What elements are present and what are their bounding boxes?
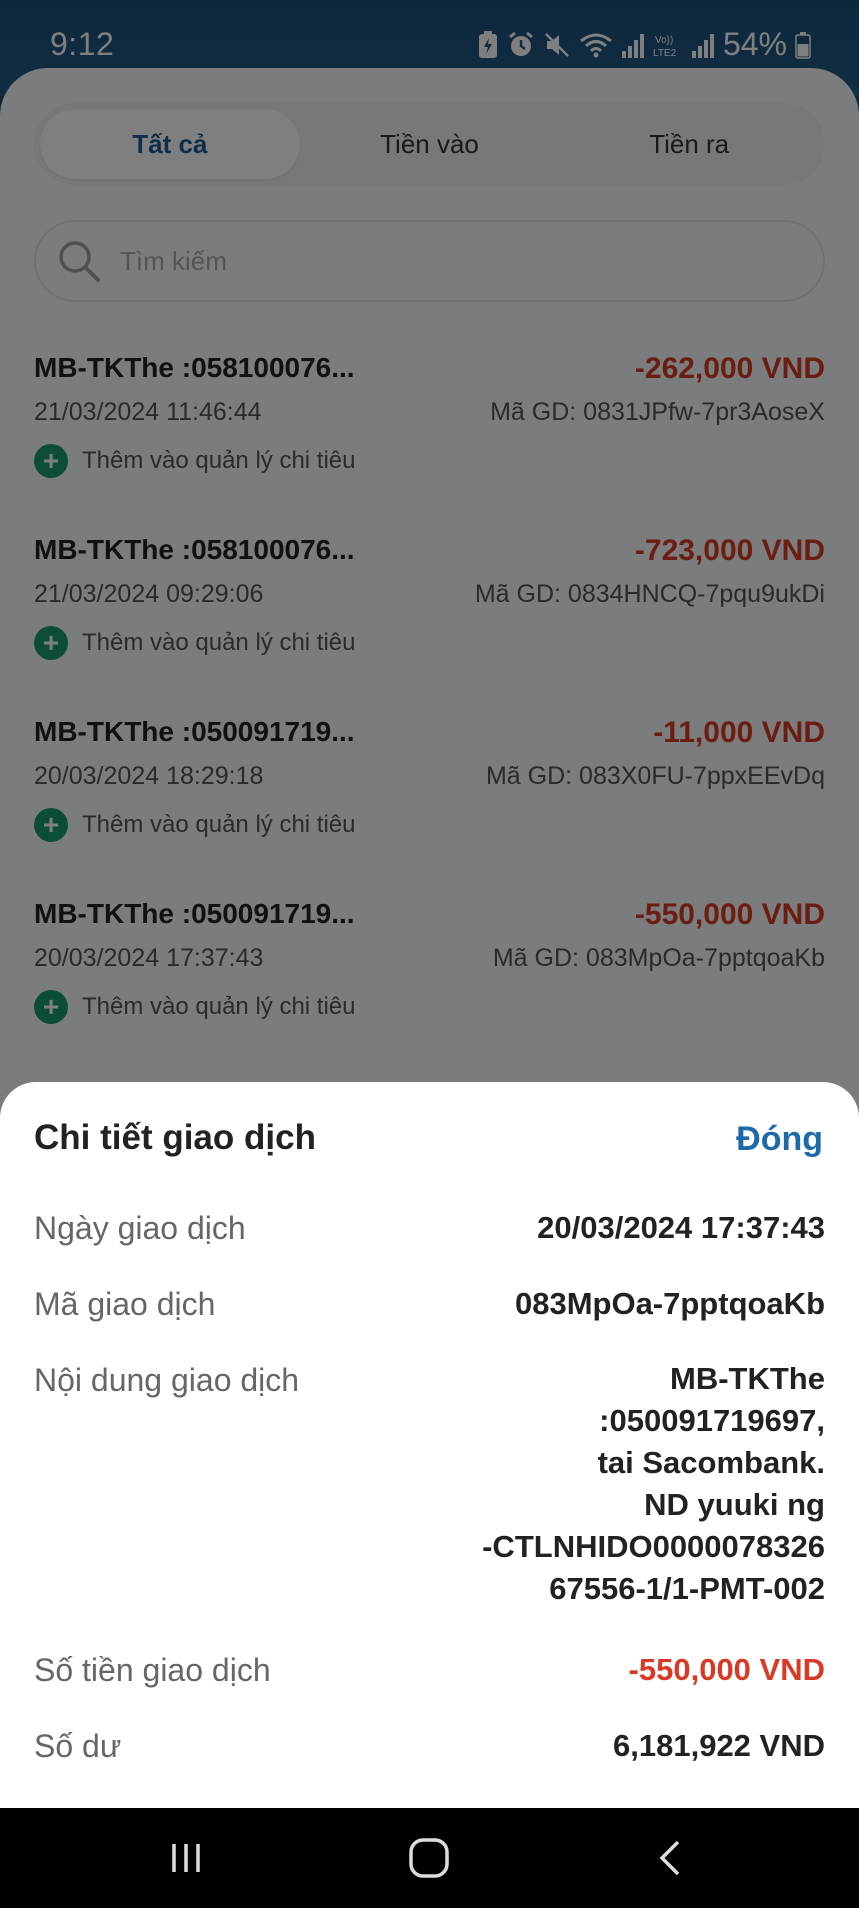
content-line: -CTLNHIDO0000078326 (482, 1529, 825, 1564)
content-line: MB-TKThe (670, 1361, 825, 1396)
content-line: :050091719697, (599, 1403, 825, 1438)
date-value: 20/03/2024 17:37:43 (537, 1210, 825, 1245)
content-line: ND yuuki ng (644, 1487, 825, 1522)
content-label: Nội dung giao dịch (34, 1362, 300, 1398)
balance-value: 6,181,922 VND (613, 1728, 825, 1763)
content-line: tai Sacombank. (597, 1445, 825, 1480)
content-line: 67556-1/1-PMT-002 (549, 1571, 825, 1606)
content-value: MB-TKThe :050091719697, tai Sacombank. N… (482, 1358, 825, 1610)
date-label: Ngày giao dịch (34, 1210, 246, 1246)
amount-value: -550,000 VND (628, 1652, 825, 1687)
amount-label: Số tiền giao dịch (34, 1652, 271, 1688)
system-nav-bar (0, 1808, 859, 1908)
recent-apps-icon[interactable] (166, 1838, 206, 1878)
back-icon[interactable] (650, 1838, 690, 1878)
balance-label: Số dư (34, 1728, 122, 1764)
code-label: Mã giao dịch (34, 1286, 216, 1322)
sheet-title: Chi tiết giao dịch (34, 1118, 316, 1157)
home-icon[interactable] (406, 1835, 452, 1881)
close-button[interactable]: Đóng (736, 1120, 823, 1159)
transaction-detail-sheet: Chi tiết giao dịch Đóng Ngày giao dịch 2… (0, 1082, 859, 1808)
code-value: 083MpOa-7pptqoaKb (514, 1286, 825, 1321)
